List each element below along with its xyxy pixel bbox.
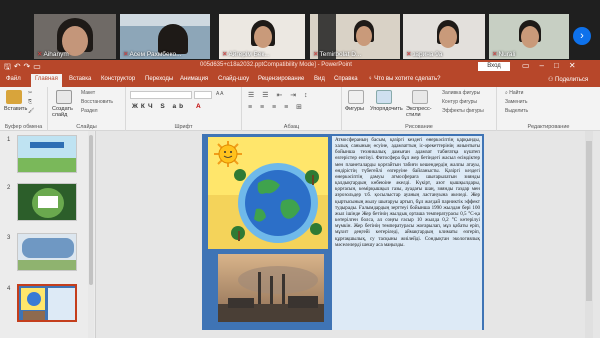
thumbnail-scrollbar[interactable]	[88, 131, 94, 338]
font-color-icon[interactable]: A	[196, 103, 204, 110]
slide-number: 2	[7, 185, 11, 191]
slide-thumbnail[interactable]	[17, 135, 77, 173]
find-button[interactable]: ⌕ Найти	[505, 90, 523, 96]
tab-slideshow[interactable]: Слайд-шоу	[218, 76, 249, 82]
tab-transitions[interactable]: Переходы	[145, 76, 173, 82]
participant-name: ✕Айгерім Бек...	[222, 51, 270, 58]
slide-canvas[interactable]: Атмосфераның басым, қазіргі кездегі өнер…	[202, 134, 484, 330]
participant-name: ✕Асем Рахмбеко...	[123, 51, 182, 58]
slide-thumbnail-pane: 1 2 3 4	[0, 131, 96, 338]
share-button[interactable]: ⚇ Поделиться	[548, 76, 588, 83]
group-label: Слайды	[76, 124, 97, 130]
format-buttons[interactable]: ЖКЧ S ab	[132, 103, 186, 110]
tab-insert[interactable]: Вставка	[69, 76, 91, 82]
cut-icon[interactable]: ✂	[28, 90, 32, 96]
participant-name: ✕Aihanym	[37, 51, 69, 58]
ribbon: Вставить ✂ ⎘ 🖌 Буфер обмена Создать слай…	[0, 87, 600, 131]
participant-tile[interactable]: ✕зарина 9а	[403, 14, 485, 59]
font-size-input[interactable]	[194, 91, 212, 99]
tell-me-search[interactable]: ♀ Что вы хотите сделать?	[368, 76, 441, 82]
font-size-grow-icon[interactable]: A A	[216, 91, 224, 97]
ribbon-tabs: Файл Главная Вставка Конструктор Переход…	[0, 73, 600, 87]
replace-button[interactable]: Заменить	[505, 99, 527, 105]
slide-thumbnail[interactable]	[17, 183, 77, 221]
workspace: 1 2 3 4 Атмосфераның басым, қазіргі кезд…	[0, 131, 600, 338]
group-label: Шрифт	[174, 124, 193, 130]
muted-mic-icon: ✕	[313, 51, 319, 58]
copy-icon[interactable]: ⎘	[28, 99, 32, 105]
slide-number: 1	[7, 137, 11, 143]
group-label: Рисование	[405, 124, 433, 130]
shape-effects-button[interactable]: Эффекты фигуры	[442, 108, 484, 114]
slide-body-text[interactable]: Атмосфераның басым, қазіргі кездегі өнер…	[335, 137, 480, 248]
participant-tile[interactable]: ✕Асем Рахмбеко...	[120, 14, 210, 59]
paste-icon	[6, 90, 22, 104]
group-label: Буфер обмена	[4, 124, 43, 130]
shapes-icon	[348, 90, 364, 104]
section-button[interactable]: Раздел	[81, 108, 98, 114]
arrange-button[interactable]: Упорядочить	[370, 106, 403, 112]
signin-button[interactable]: Вход	[478, 62, 510, 71]
participant-tile[interactable]: ✕Aihanym	[34, 14, 116, 59]
tab-animations[interactable]: Анимация	[180, 76, 208, 82]
screen: ✕Aihanym ✕Асем Рахмбеко... ✕Айгерім Бек.…	[0, 0, 600, 338]
arrange-icon	[376, 90, 392, 104]
group-label: Редактирование	[527, 124, 570, 130]
tab-design[interactable]: Конструктор	[101, 76, 135, 82]
select-button[interactable]: Выделить	[505, 108, 528, 114]
slide-thumbnail-active[interactable]	[17, 284, 77, 322]
video-strip: ✕Aihanym ✕Асем Рахмбеко... ✕Айгерім Бек.…	[0, 0, 600, 60]
shape-fill-button[interactable]: Заливка фигуры	[442, 90, 480, 96]
slide-scrollbar[interactable]	[585, 131, 593, 338]
tab-help[interactable]: Справка	[334, 76, 358, 82]
layout-button[interactable]: Макет	[81, 90, 95, 96]
muted-mic-icon: ✕	[492, 51, 498, 58]
shapes-button[interactable]: Фигуры	[345, 106, 364, 112]
slide-text-panel[interactable]: Атмосфераның басым, қазіргі кездегі өнер…	[332, 136, 482, 330]
quick-styles-button[interactable]: Экспресс-стили	[406, 106, 436, 118]
participant-name: ✕Nurali	[492, 51, 516, 58]
muted-mic-icon: ✕	[37, 51, 43, 58]
share-icon: ⚇	[548, 77, 556, 83]
muted-mic-icon: ✕	[406, 51, 412, 58]
tab-view[interactable]: Вид	[314, 76, 325, 82]
window-controls[interactable]: ▭–□✕	[522, 61, 586, 70]
align-buttons[interactable]: ≡ ≡ ≡ ≡ ⊞	[248, 103, 305, 111]
slide-thumbnail[interactable]	[17, 233, 77, 271]
participant-tile[interactable]: ✕Nurali	[489, 14, 569, 59]
editing-group: ⌕ Найти Заменить Выделить Редактирование	[497, 87, 600, 131]
slides-group: Создать слайд Макет Восстановить Раздел …	[48, 87, 126, 131]
shape-outline-button[interactable]: Контур фигуры	[442, 99, 477, 105]
quick-styles-icon	[412, 90, 428, 104]
drawing-group: Фигуры Упорядочить Экспресс-стили Заливк…	[342, 87, 497, 131]
reset-button[interactable]: Восстановить	[81, 99, 113, 105]
participant-tile[interactable]: ✕Temirbolat D...	[310, 14, 400, 59]
slide-number: 3	[7, 235, 11, 241]
font-group: A A ЖКЧ S ab A Шрифт	[126, 87, 242, 131]
format-painter-icon[interactable]: 🖌	[28, 108, 34, 114]
slide-number: 4	[7, 286, 11, 292]
earth-illustration	[208, 137, 328, 249]
participant-name: ✕Temirbolat D...	[313, 51, 362, 58]
next-participants-arrow-icon[interactable]: ›	[573, 27, 591, 45]
tab-home[interactable]: Главная	[31, 74, 62, 87]
group-label: Абзац	[283, 124, 300, 130]
factory-smoke-photo	[218, 254, 324, 322]
new-slide-icon	[56, 90, 72, 104]
paragraph-group: ☰ ☰ ⇤ ⇥ ↕ ≡ ≡ ≡ ≡ ⊞ Абзац	[242, 87, 342, 131]
muted-mic-icon: ✕	[123, 51, 129, 58]
participant-name: ✕зарина 9а	[406, 51, 443, 58]
font-name-input[interactable]	[130, 91, 192, 99]
title-bar: 🖫↶↷▭ 005d635+c18a2032.pptCompatibility M…	[0, 60, 600, 73]
muted-mic-icon: ✕	[222, 51, 228, 58]
list-buttons[interactable]: ☰ ☰ ⇤ ⇥ ↕	[248, 91, 311, 99]
clipboard-group: Вставить ✂ ⎘ 🖌 Буфер обмена	[0, 87, 48, 131]
participant-tile[interactable]: ✕Айгерім Бек...	[219, 14, 305, 59]
tab-file[interactable]: Файл	[6, 76, 21, 82]
document-title: 005d635+c18a2032.pptCompatibility Mode] …	[200, 62, 352, 68]
tab-review[interactable]: Рецензирование	[258, 76, 304, 82]
new-slide-button[interactable]: Создать слайд	[52, 106, 74, 118]
paste-button[interactable]: Вставить	[4, 106, 27, 112]
